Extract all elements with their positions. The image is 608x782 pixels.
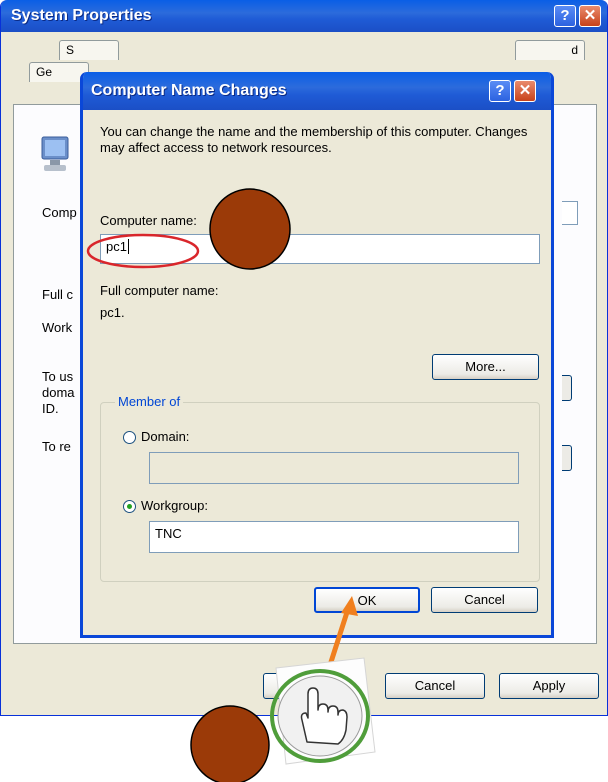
step-marker-circle-bottom [190,705,270,782]
annotation-overlay [86,188,376,782]
pointer-arrow-head [341,596,358,616]
highlight-ellipse [86,233,200,269]
step-marker-circle-top [209,188,291,270]
hand-pointer-icon [270,657,376,765]
